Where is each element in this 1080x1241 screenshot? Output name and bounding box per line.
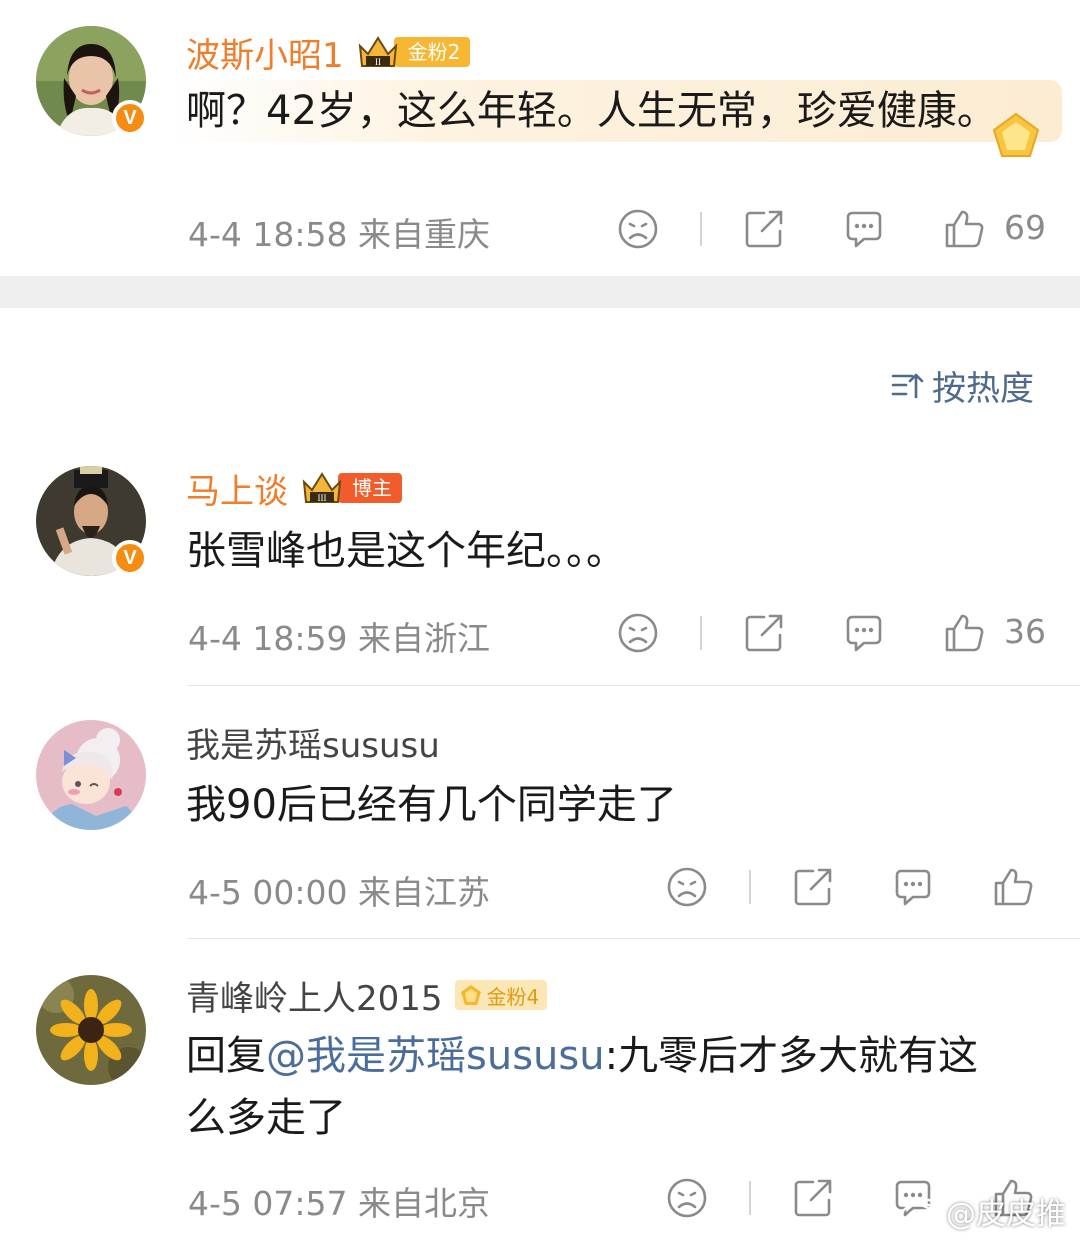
share-icon (794, 1179, 832, 1217)
share-icon (745, 614, 783, 652)
comment-item: V 波斯小昭1 II 金粉2 啊？42岁，这么年轻。人生无常，珍爱健康。 4-4… (0, 0, 1080, 276)
like-thumb-icon (994, 868, 1033, 906)
blogger-level-badge[interactable]: III 博主 (300, 472, 402, 504)
share-button[interactable] (739, 608, 789, 658)
dislike-face-icon (618, 613, 658, 653)
username-line: 我是苏瑶sususu (186, 718, 440, 766)
avatar[interactable] (36, 975, 146, 1085)
dislike-button[interactable] (662, 1173, 712, 1223)
share-button[interactable] (788, 862, 838, 912)
like-thumb-icon (945, 210, 984, 248)
avatar[interactable] (36, 720, 146, 830)
action-bar: 69 (0, 204, 1080, 254)
username-line: 马上谈 III 博主 (186, 464, 402, 512)
mention-link[interactable]: @我是苏瑶sususu (266, 1033, 605, 1079)
like-button[interactable] (988, 862, 1038, 912)
dislike-face-icon (667, 1178, 707, 1218)
badge-label: 金粉2 (393, 37, 471, 67)
dislike-face-icon (618, 209, 658, 249)
reply-prefix: 回复 (186, 1033, 266, 1079)
action-separator (700, 616, 702, 650)
watermark-text: @皮皮推 (946, 1197, 1066, 1232)
comment-text: 啊？42岁，这么年轻。人生无常，珍爱健康。 (168, 80, 1062, 142)
crown-icon: III (302, 472, 342, 503)
dislike-face-icon (667, 867, 707, 907)
username-line: 青峰岭上人2015 金粉4 (186, 971, 548, 1020)
sort-icon (891, 373, 924, 399)
section-divider (0, 276, 1080, 308)
action-separator (749, 870, 751, 904)
share-button[interactable] (788, 1173, 838, 1223)
share-button[interactable] (739, 204, 789, 254)
like-button[interactable] (939, 608, 989, 658)
fan-level-badge[interactable]: 金粉4 (454, 980, 548, 1010)
username[interactable]: 青峰岭上人2015 (186, 971, 443, 1020)
comment-item: V 马上谈 III 博主 张雪峰也是这个年纪。。。 4-4 18:59 来自浙江 (0, 440, 1080, 685)
dislike-button[interactable] (613, 608, 663, 658)
crown-icon: II (358, 36, 397, 67)
comment-text-line: 么多走了 (186, 1095, 346, 1141)
username[interactable]: 波斯小昭1 (186, 28, 344, 77)
like-button[interactable] (939, 204, 989, 254)
share-icon (794, 868, 832, 906)
comment-text-line: 回复@我是苏瑶sususu:九零后才多大就有这 (186, 1025, 978, 1087)
gem-icon (460, 985, 481, 1005)
comment-button[interactable] (839, 204, 889, 254)
username-line: 波斯小昭1 II 金粉2 (186, 28, 471, 77)
dislike-button[interactable] (613, 204, 663, 254)
action-separator (749, 1181, 751, 1215)
comment-text: 我90后已经有几个同学走了 (186, 782, 677, 828)
comment-icon (846, 615, 882, 652)
action-bar (0, 862, 1080, 912)
dislike-button[interactable] (662, 862, 712, 912)
comment-text: 张雪峰也是这个年纪。。。 (186, 528, 626, 574)
verified-badge-icon: V (112, 100, 148, 136)
fan-level-badge[interactable]: II 金粉2 (356, 36, 471, 68)
weibo-logo-icon (900, 1198, 938, 1227)
svg-text:II: II (375, 57, 381, 67)
comment-icon (895, 869, 931, 906)
like-count: 69 (1004, 208, 1046, 247)
username[interactable]: 我是苏瑶sususu (186, 718, 440, 767)
sort-label: 按热度 (932, 368, 1034, 409)
badge-label: 博主 (338, 473, 402, 503)
highlight-gem-icon (992, 112, 1040, 157)
comment-icon (846, 211, 882, 248)
verified-badge-icon: V (112, 540, 148, 576)
action-separator (700, 212, 702, 246)
like-thumb-icon (945, 614, 984, 652)
sort-by-hot-button[interactable]: 按热度 (890, 362, 1034, 409)
comment-button[interactable] (839, 608, 889, 658)
badge-label: 金粉4 (486, 984, 540, 1009)
reply-text: :九零后才多大就有这 (604, 1033, 979, 1079)
like-count: 36 (1004, 612, 1046, 651)
watermark: @皮皮推 (900, 1189, 1066, 1233)
comment-item: 我是苏瑶sususu 我90后已经有几个同学走了 4-5 00:00 来自江苏 (0, 686, 1080, 938)
username[interactable]: 马上谈 (186, 464, 288, 513)
action-bar: 36 (0, 608, 1080, 658)
svg-text:III: III (318, 493, 327, 503)
share-icon (745, 210, 783, 248)
comment-button[interactable] (888, 862, 938, 912)
